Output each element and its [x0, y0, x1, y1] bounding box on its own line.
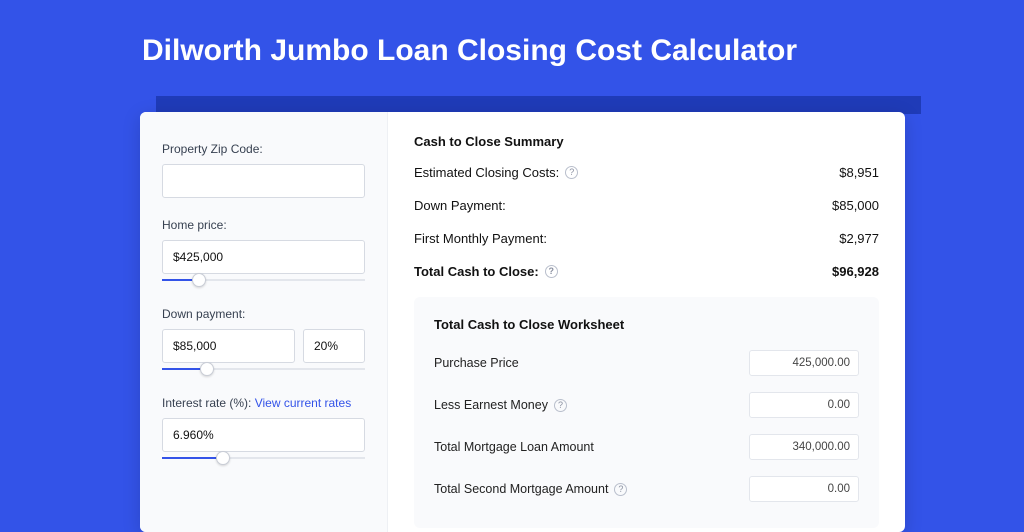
worksheet-row: Less Earnest Money ? — [434, 392, 859, 418]
down-payment-input[interactable] — [162, 329, 295, 363]
view-current-rates-link[interactable]: View current rates — [255, 396, 352, 410]
worksheet-row-input[interactable] — [749, 434, 859, 460]
slider-thumb[interactable] — [216, 451, 230, 465]
down-payment-field-block: Down payment: — [162, 307, 365, 376]
zip-input[interactable] — [162, 164, 365, 198]
summary-row: Estimated Closing Costs: ? $8,951 — [414, 165, 879, 180]
inputs-sidebar: Property Zip Code: Home price: Down paym… — [140, 112, 388, 532]
summary-row-value: $2,977 — [839, 231, 879, 246]
home-price-slider[interactable] — [162, 273, 365, 287]
cash-to-close-worksheet: Total Cash to Close Worksheet Purchase P… — [414, 297, 879, 528]
worksheet-row-input[interactable] — [749, 476, 859, 502]
summary-row: Down Payment: $85,000 — [414, 198, 879, 213]
worksheet-row: Total Second Mortgage Amount ? — [434, 476, 859, 502]
worksheet-row-input[interactable] — [749, 392, 859, 418]
down-payment-slider[interactable] — [162, 362, 365, 376]
worksheet-title: Total Cash to Close Worksheet — [434, 317, 859, 332]
help-icon[interactable]: ? — [565, 166, 578, 179]
down-payment-label: Down payment: — [162, 307, 365, 321]
worksheet-row-label: Total Second Mortgage Amount — [434, 482, 608, 496]
help-icon[interactable]: ? — [554, 399, 567, 412]
summary-row-total: Total Cash to Close: ? $96,928 — [414, 264, 879, 279]
summary-row-value: $8,951 — [839, 165, 879, 180]
slider-thumb[interactable] — [192, 273, 206, 287]
zip-label: Property Zip Code: — [162, 142, 365, 156]
summary-row-value: $85,000 — [832, 198, 879, 213]
interest-rate-label-text: Interest rate (%): — [162, 396, 255, 410]
results-panel: Cash to Close Summary Estimated Closing … — [388, 112, 905, 532]
worksheet-row: Purchase Price — [434, 350, 859, 376]
worksheet-row-input[interactable] — [749, 350, 859, 376]
page-title: Dilworth Jumbo Loan Closing Cost Calcula… — [0, 0, 1024, 90]
home-price-label: Home price: — [162, 218, 365, 232]
worksheet-row-label: Total Mortgage Loan Amount — [434, 440, 594, 454]
summary-row-value: $96,928 — [832, 264, 879, 279]
home-price-field-block: Home price: — [162, 218, 365, 287]
help-icon[interactable]: ? — [545, 265, 558, 278]
summary-row-label: Total Cash to Close: — [414, 264, 539, 279]
interest-rate-input[interactable] — [162, 418, 365, 452]
interest-rate-label: Interest rate (%): View current rates — [162, 396, 365, 410]
summary-row: First Monthly Payment: $2,977 — [414, 231, 879, 246]
home-price-input[interactable] — [162, 240, 365, 274]
worksheet-row: Total Mortgage Loan Amount — [434, 434, 859, 460]
slider-thumb[interactable] — [200, 362, 214, 376]
slider-fill — [162, 457, 223, 459]
worksheet-row-label: Purchase Price — [434, 356, 519, 370]
help-icon[interactable]: ? — [614, 483, 627, 496]
interest-rate-field-block: Interest rate (%): View current rates — [162, 396, 365, 465]
summary-row-label: Estimated Closing Costs: — [414, 165, 559, 180]
worksheet-row-label: Less Earnest Money — [434, 398, 548, 412]
cash-to-close-summary-title: Cash to Close Summary — [414, 134, 879, 149]
interest-rate-slider[interactable] — [162, 451, 365, 465]
zip-field-block: Property Zip Code: — [162, 142, 365, 198]
summary-row-label: Down Payment: — [414, 198, 506, 213]
calculator-card: Property Zip Code: Home price: Down paym… — [140, 112, 905, 532]
summary-row-label: First Monthly Payment: — [414, 231, 547, 246]
down-payment-pct-input[interactable] — [303, 329, 365, 363]
